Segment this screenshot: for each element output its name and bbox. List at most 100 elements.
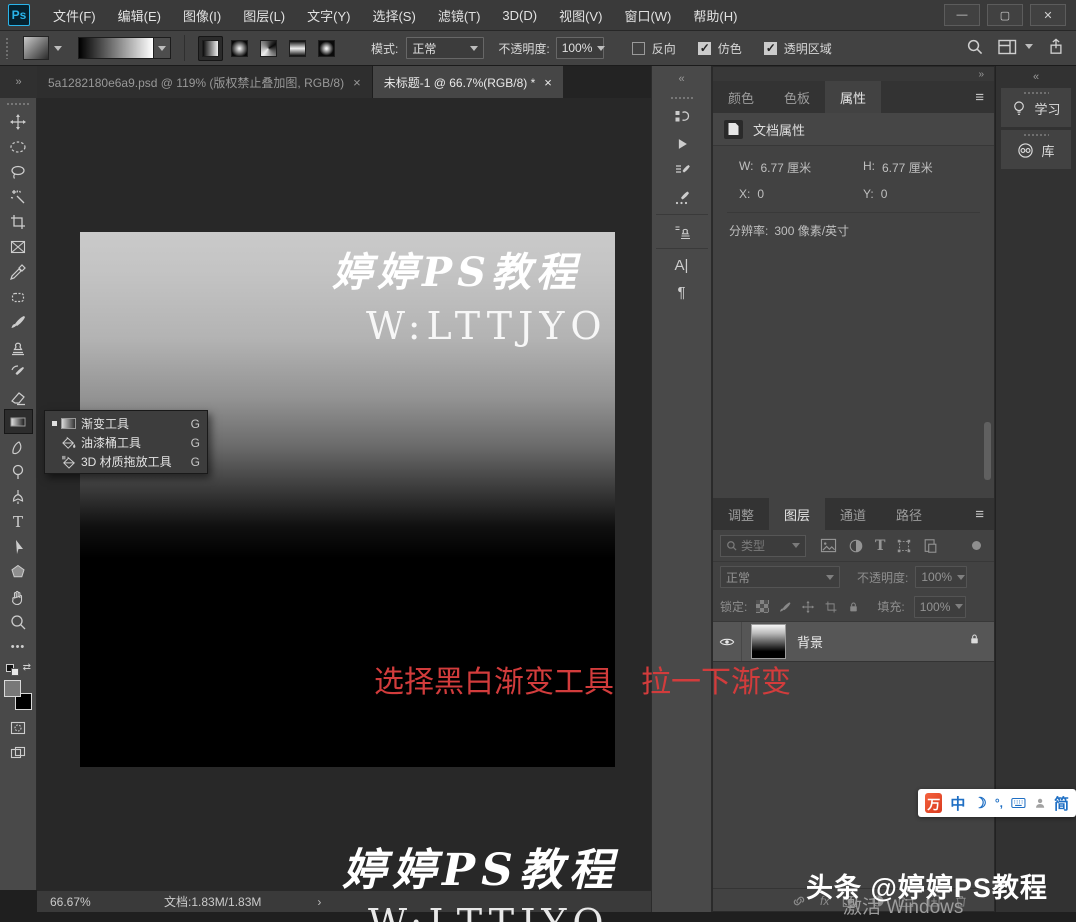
tab-adjustments[interactable]: 调整 xyxy=(713,498,769,530)
healing-patch-tool[interactable] xyxy=(4,284,33,309)
filter-adjustment-icon[interactable] xyxy=(848,538,864,554)
brush-settings-panel-icon[interactable] xyxy=(662,157,702,184)
brush-tool[interactable] xyxy=(4,309,33,334)
tab-paths[interactable]: 路径 xyxy=(881,498,937,530)
menu-window[interactable]: 窗口(W) xyxy=(613,0,682,31)
quick-mask-icon[interactable] xyxy=(4,715,33,740)
history-panel-icon[interactable] xyxy=(662,103,702,130)
clone-source-panel-icon[interactable] xyxy=(662,218,702,245)
angle-gradient-button[interactable] xyxy=(256,36,281,61)
shape-tool[interactable] xyxy=(4,559,33,584)
menu-3d[interactable]: 3D(D) xyxy=(491,0,548,31)
rail-collapse-icon[interactable]: « xyxy=(996,66,1076,88)
dodge-tool[interactable] xyxy=(4,459,33,484)
gradient-picker-chevron-icon[interactable] xyxy=(154,37,171,59)
frame-tool[interactable] xyxy=(4,234,33,259)
hand-tool[interactable] xyxy=(4,584,33,609)
tab-properties[interactable]: 属性 xyxy=(825,81,881,113)
magic-wand-tool[interactable] xyxy=(4,184,33,209)
ime-punctuation-toggle[interactable]: °, xyxy=(995,796,1003,810)
zoom-level[interactable]: 66.67% xyxy=(50,895,122,909)
tab-color[interactable]: 颜色 xyxy=(713,81,769,113)
more-tools-icon[interactable]: ••• xyxy=(4,634,33,659)
smudge-tool[interactable] xyxy=(4,434,33,459)
layer-thumbnail[interactable] xyxy=(751,624,786,659)
lock-pixels-icon[interactable] xyxy=(778,600,792,614)
type-tool[interactable]: T xyxy=(4,509,33,534)
filter-pixel-icon[interactable] xyxy=(820,538,837,553)
lock-position-icon[interactable] xyxy=(801,600,815,614)
layer-blend-select[interactable]: 正常 xyxy=(720,566,840,588)
opacity-select[interactable]: 100% xyxy=(556,37,604,59)
panels-collapse-icon[interactable]: » xyxy=(713,67,994,81)
swap-colors-icon[interactable]: ⇄ xyxy=(5,662,31,676)
panel-menu-icon[interactable]: ≡ xyxy=(975,506,984,523)
menu-type[interactable]: 文字(Y) xyxy=(296,0,361,31)
character-panel-icon[interactable]: A| xyxy=(662,252,702,279)
dither-checkbox[interactable] xyxy=(698,42,711,55)
close-button[interactable]: ✕ xyxy=(1030,4,1066,26)
path-select-tool[interactable] xyxy=(4,534,33,559)
panel-menu-icon[interactable]: ≡ xyxy=(975,89,984,106)
menu-view[interactable]: 视图(V) xyxy=(548,0,613,31)
document-tab-1[interactable]: 5a1282180e6a9.psd @ 119% (版权禁止叠加图, RGB/8… xyxy=(37,66,373,98)
search-icon[interactable] xyxy=(966,38,983,55)
transparency-option[interactable]: 透明区域 xyxy=(764,40,832,57)
move-tool[interactable] xyxy=(4,109,33,134)
gradient-preview[interactable] xyxy=(78,37,154,59)
linear-gradient-button[interactable] xyxy=(198,36,223,61)
menu-help[interactable]: 帮助(H) xyxy=(682,0,748,31)
libraries-panel-button[interactable]: 库 xyxy=(1001,130,1071,169)
gradient-tool[interactable] xyxy=(4,409,33,434)
ime-user-icon[interactable] xyxy=(1034,796,1046,810)
flyout-item-paint-bucket[interactable]: 油漆桶工具 G xyxy=(45,433,207,452)
tool-preset-chevron-icon[interactable] xyxy=(54,46,62,51)
reverse-checkbox[interactable] xyxy=(632,42,645,55)
history-brush-tool[interactable] xyxy=(4,359,33,384)
eraser-tool[interactable] xyxy=(4,384,33,409)
zoom-tool[interactable] xyxy=(4,609,33,634)
lock-transparent-icon[interactable] xyxy=(756,600,769,613)
share-icon[interactable] xyxy=(1048,38,1064,55)
tab-close-icon[interactable]: × xyxy=(353,76,361,89)
workspace-chevron-icon[interactable] xyxy=(1025,44,1033,49)
blend-mode-select[interactable]: 正常 xyxy=(406,37,484,59)
menu-layer[interactable]: 图层(L) xyxy=(232,0,296,31)
link-layers-icon[interactable] xyxy=(791,894,807,908)
brushes-panel-icon[interactable] xyxy=(662,184,702,211)
workspace-icon[interactable] xyxy=(998,39,1017,55)
paragraph-panel-icon[interactable]: ¶ xyxy=(662,279,702,306)
crop-tool[interactable] xyxy=(4,209,33,234)
learn-panel-button[interactable]: 学习 xyxy=(1001,88,1071,127)
maximize-button[interactable]: ▢ xyxy=(987,4,1023,26)
marquee-tool[interactable] xyxy=(4,134,33,159)
filter-smart-object-icon[interactable] xyxy=(923,538,938,554)
menu-edit[interactable]: 编辑(E) xyxy=(107,0,172,31)
lock-all-icon[interactable] xyxy=(847,600,860,614)
tool-preset-picker[interactable] xyxy=(23,36,49,60)
tab-layers[interactable]: 图层 xyxy=(769,498,825,530)
pen-tool[interactable] xyxy=(4,484,33,509)
lock-artboard-icon[interactable] xyxy=(824,600,838,614)
layer-visibility-toggle[interactable] xyxy=(713,622,742,661)
layer-filter-select[interactable]: 类型 xyxy=(720,535,806,557)
screen-mode-icon[interactable] xyxy=(4,740,33,765)
layer-opacity-select[interactable]: 100% xyxy=(915,566,967,588)
flyout-item-3d-material-drop[interactable]: 3D 材质拖放工具 G xyxy=(45,452,207,471)
status-chevron-icon[interactable]: › xyxy=(317,895,321,909)
filter-shape-icon[interactable] xyxy=(896,538,912,554)
ime-language-toggle[interactable]: 中 xyxy=(950,793,965,814)
reflected-gradient-button[interactable] xyxy=(285,36,310,61)
actions-panel-icon[interactable] xyxy=(662,130,702,157)
menu-select[interactable]: 选择(S) xyxy=(361,0,426,31)
tab-swatches[interactable]: 色板 xyxy=(769,81,825,113)
tab-channels[interactable]: 通道 xyxy=(825,498,881,530)
foreground-color[interactable] xyxy=(4,680,21,697)
toolbar-collapse-icon[interactable]: » xyxy=(0,66,37,98)
menu-file[interactable]: 文件(F) xyxy=(42,0,107,31)
tab-close-icon[interactable]: × xyxy=(544,76,552,89)
filter-type-icon[interactable]: T xyxy=(875,538,885,554)
panel-scrollbar[interactable] xyxy=(984,422,991,480)
ime-brand-icon[interactable]: 万 xyxy=(925,793,942,813)
document-tab-2[interactable]: 未标题-1 @ 66.7%(RGB/8) * × xyxy=(373,66,563,98)
